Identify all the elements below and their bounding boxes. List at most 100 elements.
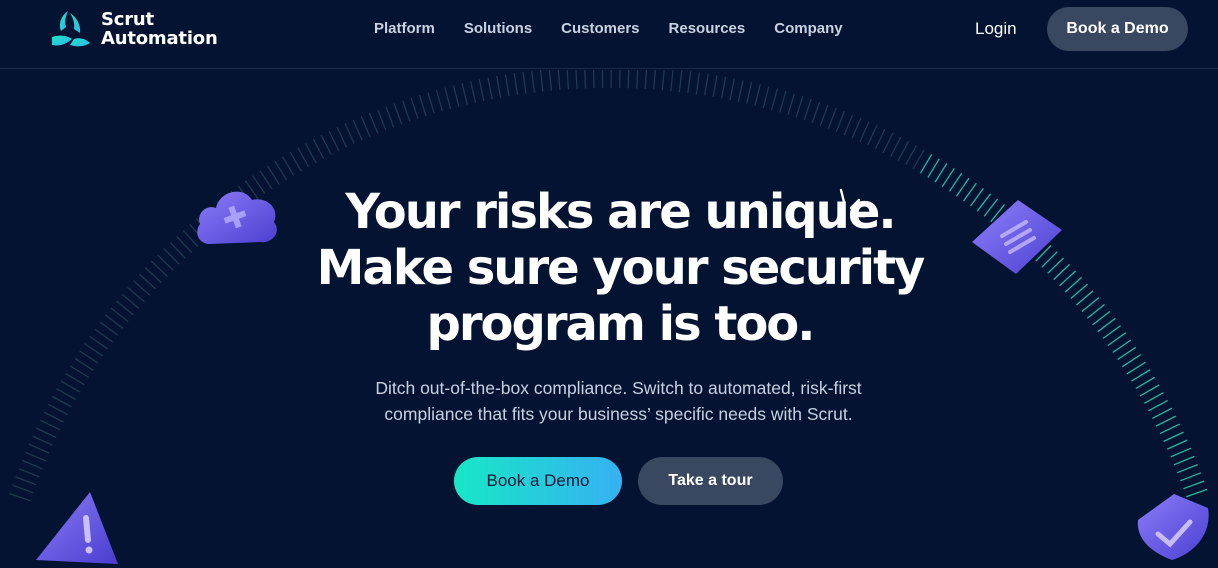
logo-text: Scrut Automation: [101, 10, 218, 48]
arc-tick: [369, 113, 377, 133]
arc-tick: [479, 79, 484, 101]
arc-tick: [671, 70, 673, 91]
arc-tick: [66, 374, 85, 385]
arc-tick: [679, 70, 682, 92]
document-icon: [968, 196, 1066, 278]
book-demo-button[interactable]: Book a Demo: [454, 457, 622, 505]
arc-tick: [70, 366, 89, 378]
arc-tick: [804, 99, 811, 120]
arc-tick: [763, 87, 769, 108]
nav-resources[interactable]: Resources: [669, 20, 746, 37]
nav-solutions[interactable]: Solutions: [464, 20, 532, 37]
arc-tick: [151, 261, 167, 276]
arc-tick: [567, 70, 568, 89]
arc-tick: [105, 315, 123, 328]
arc-tick: [957, 178, 970, 196]
arc-tick: [506, 75, 510, 97]
arc-tick: [558, 70, 560, 90]
nav-company[interactable]: Company: [774, 20, 842, 37]
arc-tick: [128, 287, 145, 301]
arc-tick: [875, 129, 885, 149]
arc-tick: [454, 85, 459, 106]
arc-tick: [928, 159, 939, 178]
arc-tick: [730, 79, 734, 101]
arc-tick: [75, 358, 94, 370]
arc-tick: [52, 397, 71, 408]
arc-tick: [16, 477, 37, 485]
hero-subtitle-line1: Ditch out-of-the-box compliance. Switch …: [320, 375, 917, 401]
arc-tick: [906, 146, 917, 165]
arc-tick: [812, 102, 819, 123]
nav-platform[interactable]: Platform: [374, 20, 435, 37]
arc-tick: [796, 96, 803, 117]
arc-tick: [1118, 347, 1136, 359]
arc-tick: [25, 452, 45, 461]
arc-tick: [860, 122, 869, 142]
site-header: Scrut Automation Platform Solutions Cust…: [0, 0, 1218, 69]
arc-tick: [436, 90, 442, 111]
arc-tick: [722, 77, 726, 99]
arc-tick: [329, 131, 339, 151]
arc-tick: [1071, 284, 1088, 298]
arc-tick: [145, 268, 161, 283]
arc-tick: [111, 308, 128, 322]
arc-tick: [306, 143, 317, 162]
arc-tick: [321, 135, 331, 155]
arc-tick: [22, 460, 42, 468]
arc-tick: [139, 274, 155, 289]
logo[interactable]: Scrut Automation: [48, 9, 218, 49]
arc-tick: [90, 336, 108, 349]
logo-line2: Automation: [101, 29, 218, 48]
login-link[interactable]: Login: [975, 19, 1017, 39]
arc-tick: [942, 168, 954, 186]
arc-tick: [1152, 408, 1172, 418]
arc-tick: [1076, 291, 1093, 305]
arc-tick: [177, 236, 192, 252]
main-nav: Platform Solutions Customers Resources C…: [374, 20, 872, 37]
arc-tick: [1164, 432, 1184, 441]
arc-tick: [353, 120, 362, 140]
arc-tick: [1144, 393, 1163, 404]
arc-tick: [523, 72, 526, 94]
sparkle-icon: [838, 188, 868, 222]
cloud-icon: [192, 180, 282, 252]
arc-tick: [283, 157, 294, 176]
shield-check-icon: [1128, 490, 1218, 560]
arc-tick: [116, 301, 133, 315]
arc-tick: [1065, 277, 1081, 292]
arc-tick: [36, 428, 56, 437]
arc-tick: [696, 73, 699, 95]
arc-tick: [780, 91, 786, 112]
arc-tick: [403, 101, 410, 122]
nav-customers[interactable]: Customers: [561, 20, 639, 37]
arc-tick: [100, 322, 118, 335]
arc-tick: [755, 84, 760, 105]
arc-tick: [1174, 456, 1194, 464]
arc-tick: [158, 255, 174, 270]
arc-tick: [1136, 377, 1155, 388]
hero-title-line2: Make sure your security: [300, 240, 940, 296]
arc-tick: [836, 111, 844, 132]
warning-icon: [28, 488, 124, 568]
arc-tick: [654, 70, 656, 90]
arc-tick: [1148, 400, 1167, 410]
take-tour-button[interactable]: Take a tour: [638, 457, 783, 505]
arc-tick: [549, 70, 551, 91]
arc-tick: [290, 152, 301, 171]
arc-tick: [95, 329, 113, 342]
book-demo-header-button[interactable]: Book a Demo: [1047, 7, 1188, 51]
arc-tick: [913, 150, 924, 169]
arc-tick: [950, 173, 962, 191]
arc-tick: [122, 294, 139, 308]
arc-tick: [1156, 416, 1176, 426]
arc-tick: [345, 124, 354, 144]
arc-tick: [921, 154, 932, 173]
arc-tick: [298, 148, 309, 167]
arc-tick: [1167, 440, 1187, 449]
arc-tick: [394, 104, 402, 125]
arc-tick: [541, 70, 543, 92]
arc-tick: [662, 70, 664, 90]
arc-tick: [80, 351, 98, 363]
arc-tick: [576, 70, 577, 89]
arc-tick: [852, 118, 861, 138]
